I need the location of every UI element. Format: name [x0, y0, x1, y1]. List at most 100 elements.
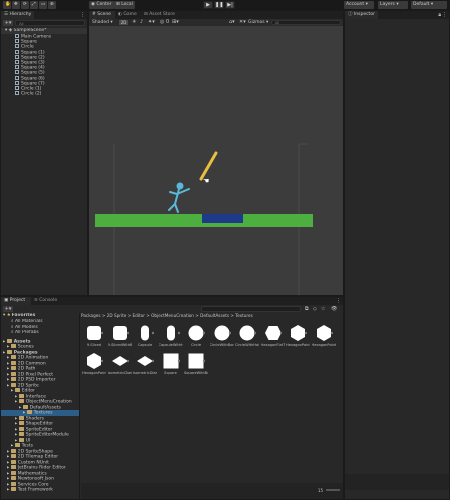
hand-tool-icon[interactable]: ✋: [3, 1, 11, 9]
tools-icon[interactable]: ✕▾: [239, 19, 246, 26]
asset-label: CapsuleWithHoleInIt: [158, 343, 183, 347]
gizmos-dropdown[interactable]: Gizmos ▾: [248, 19, 268, 26]
2d-toggle[interactable]: 2D: [119, 20, 128, 25]
folder-icon: [10, 481, 16, 486]
scene-tab-label: Scene: [97, 12, 111, 17]
asset-thumbnail[interactable]: 9-SlicedWithBorder: [108, 324, 132, 350]
asset-thumbnail[interactable]: CapsuleWithHoleInIt: [158, 324, 183, 350]
lighting-icon[interactable]: ☀: [132, 19, 136, 26]
tab-inspector[interactable]: ⓘ Inspector: [345, 11, 378, 19]
breadcrumb-item[interactable]: Editor: [133, 313, 145, 318]
asset-thumbnail[interactable]: Circle: [186, 324, 206, 350]
camera-icon[interactable]: ⌂▾: [229, 19, 235, 26]
folder-icon: [14, 443, 20, 447]
hierarchy-search-input[interactable]: [15, 20, 85, 26]
rect-tool-icon[interactable]: ▭: [39, 1, 47, 9]
add-button[interactable]: +▾: [3, 20, 13, 26]
menu-icon[interactable]: ⋮: [80, 12, 85, 18]
grid-icon[interactable]: ⊞▾: [172, 19, 179, 26]
pivot-label: Center: [96, 2, 112, 7]
hierarchy-tab-label: Hierarchy: [9, 12, 32, 17]
tab-scene[interactable]: # Scene: [89, 11, 115, 19]
breadcrumb-item[interactable]: 2D Sprite: [107, 313, 127, 318]
tab-game[interactable]: ◐ Game: [115, 11, 141, 19]
asset-thumbnail[interactable]: IsometricDiamond: [108, 352, 132, 378]
stick-figure[interactable]: [168, 182, 190, 213]
shading-dropdown[interactable]: Shaded ▾: [90, 19, 116, 26]
pause-button[interactable]: ❚❚: [214, 1, 224, 9]
scene-tabbar: # Scene ◐ Game ⊟ Asset Store: [89, 11, 343, 19]
asset-thumbnail[interactable]: CircleWithHoleInIt: [235, 324, 259, 350]
expand-arrow-icon: ▾: [5, 28, 8, 33]
zoom-slider[interactable]: [326, 489, 340, 491]
asset-thumbnail[interactable]: HexagonFlatTop: [261, 324, 285, 350]
effects-icon[interactable]: ✦▾: [148, 19, 155, 26]
asset-thumbnail[interactable]: 9-Sliced: [84, 324, 104, 350]
menu-icon[interactable]: ⋮: [442, 12, 447, 18]
create-button[interactable]: +▾: [3, 306, 13, 312]
breadcrumb-item[interactable]: ObjectMenuCreation: [151, 313, 194, 318]
blue-block[interactable]: [202, 214, 243, 223]
move-tool-icon[interactable]: ✥: [12, 1, 20, 9]
split-divider[interactable]: [79, 313, 80, 499]
tab-asset-store[interactable]: ⊟ Asset Store: [141, 11, 177, 19]
asset-thumbnail[interactable]: Square: [161, 352, 181, 378]
layout-dropdown[interactable]: Default ▾: [411, 1, 447, 9]
folder-tree-item[interactable]: ▸ Test Framework: [1, 487, 79, 493]
asset-thumbnail[interactable]: SquareWithBorder: [184, 352, 208, 378]
asset-label: 9-Sliced: [86, 343, 102, 347]
project-footer: 15: [81, 483, 343, 499]
folder-icon: [18, 421, 24, 425]
scene-search-input[interactable]: [271, 20, 341, 25]
folder-icon: [10, 371, 16, 376]
yellow-stick[interactable]: [199, 151, 218, 181]
space-toggle[interactable]: ⊞ Local: [114, 1, 135, 9]
favorite-label: All Prefabs: [14, 330, 39, 335]
play-button[interactable]: ▶: [203, 1, 213, 9]
tab-project[interactable]: ▣ Project: [1, 297, 31, 305]
account-dropdown[interactable]: Account ▾: [344, 1, 374, 9]
folder-icon: [14, 388, 20, 392]
asset-thumbnail[interactable]: IsometricDiamondWithBorder: [133, 352, 157, 378]
asset-label: HexagonPointTopWithHole: [82, 371, 106, 375]
asset-thumbnail[interactable]: HexagonPointTop: [286, 324, 310, 350]
favorites-label: Favorites: [11, 313, 36, 318]
project-tab-label: Project: [9, 298, 26, 303]
breadcrumb-item[interactable]: Textures: [235, 313, 253, 318]
menu-icon[interactable]: ⋮: [336, 298, 341, 304]
gizmos-label: Gizmos: [248, 20, 265, 25]
scene-viewport[interactable]: ☚: [89, 26, 343, 295]
favorite-label: All Models: [14, 324, 38, 330]
gameobject-icon: [15, 75, 19, 80]
breadcrumb-item[interactable]: Packages: [81, 313, 101, 318]
scene-toolbar: Shaded ▾ 2D ☀ ♪ ✦▾ ◎ 0 ⊞▾ ⌂▾ ✕▾ Gizmos ▾: [89, 19, 343, 26]
layout-label: Default: [413, 2, 430, 7]
step-button[interactable]: ▶|: [225, 1, 235, 9]
breadcrumb-item[interactable]: DefaultAssets: [200, 313, 229, 318]
asset-thumbnail[interactable]: HexagonPointTopWithBorder: [311, 324, 336, 350]
inspector-footer: [345, 474, 449, 490]
breadcrumb: Packages > 2D Sprite > Editor > ObjectMe…: [81, 312, 343, 319]
layers-dropdown[interactable]: Layers ▾: [378, 1, 408, 9]
asset-thumbnail[interactable]: Capsule: [135, 324, 155, 350]
favorite-item[interactable]: ⌕ All Prefabs: [1, 330, 79, 336]
asset-thumbnail[interactable]: HexagonPointTopWithHole: [82, 352, 106, 378]
pivot-toggle[interactable]: ◉ Center: [89, 1, 114, 9]
lock-icon[interactable]: 🔒︎: [438, 12, 441, 18]
asset-label: HexagonPointTop: [286, 343, 310, 347]
audio-icon[interactable]: ♪: [140, 19, 143, 26]
tab-hierarchy[interactable]: ☰ Hierarchy: [1, 11, 35, 19]
rotate-tool-icon[interactable]: ⟳: [21, 1, 29, 9]
tab-console[interactable]: ≡ Console: [31, 297, 61, 305]
hierarchy-item[interactable]: Circle (2): [1, 91, 87, 96]
scale-tool-icon[interactable]: ⤢: [30, 1, 38, 9]
asset-thumbnail[interactable]: CircleWithBorder: [210, 324, 234, 350]
folder-icon: [10, 355, 16, 359]
folder-icon: [10, 459, 16, 464]
transform-tool-icon[interactable]: ⊕: [48, 1, 56, 9]
pivot-icon: ◉: [91, 2, 95, 7]
hidden-objects-icon[interactable]: ◎ 0: [160, 19, 169, 26]
folder-icon: [10, 360, 16, 365]
asset-label: HexagonPointTopWithBorder: [311, 343, 336, 347]
inspector-panel: ⓘ Inspector 🔒︎ ⋮: [344, 10, 450, 500]
